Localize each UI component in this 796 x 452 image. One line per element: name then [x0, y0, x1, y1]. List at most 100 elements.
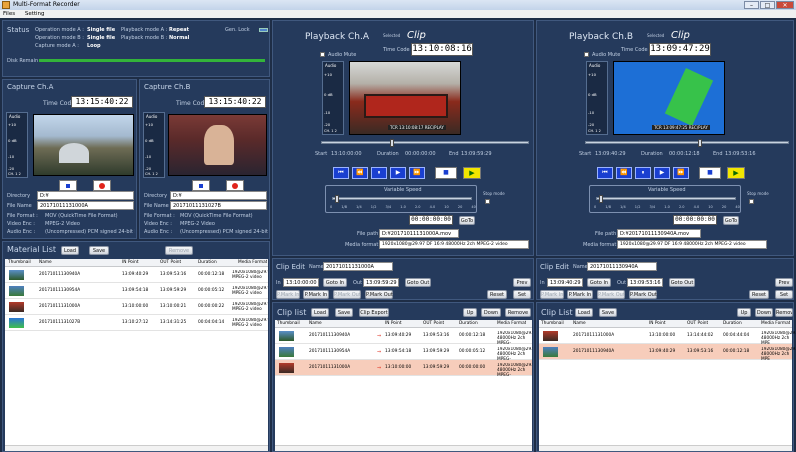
- table-row[interactable]: 20171011130940A 13:09:40:29 13:09:53:16 00:…: [5, 267, 268, 283]
- clip-edit-b-name[interactable]: 20171011130940A: [587, 262, 657, 271]
- capture-a-record-button[interactable]: [93, 180, 111, 191]
- playback-b-forward-button[interactable]: ▶: [654, 167, 670, 179]
- clip-edit-a-pmark-out-2[interactable]: P.Mark Out: [365, 290, 393, 299]
- playback-b-filepath[interactable]: D:¥20171011130940A.mov: [617, 229, 701, 238]
- capture-b-record-button[interactable]: [226, 180, 244, 191]
- clip-edit-a-name[interactable]: 20171011131000A: [323, 262, 393, 271]
- clip-edit-b-pmark-out-1[interactable]: P.Mark Out: [597, 290, 625, 299]
- clip-list-a-load[interactable]: Load: [311, 308, 329, 317]
- playback-b-speed-slider[interactable]: [596, 195, 736, 203]
- table-row[interactable]: 20171011131027B 13:10:27:12 13:14:31:25 00:…: [5, 315, 268, 331]
- playback-a-goto-button[interactable]: GoTo: [459, 216, 475, 225]
- clip-list-a-export[interactable]: Clip Export: [359, 308, 389, 317]
- playback-a-stop-button[interactable]: ■: [435, 167, 457, 179]
- material-scrollbar[interactable]: [5, 445, 268, 451]
- clip-edit-a-set[interactable]: Set: [513, 290, 531, 299]
- speed-tick: 1.0: [400, 205, 406, 209]
- capture-b-filename[interactable]: 20171011131027B: [170, 201, 267, 210]
- slider-thumb[interactable]: [390, 139, 394, 147]
- clip-edit-b-pmark-in-2[interactable]: P.Mark In: [567, 290, 593, 299]
- maximize-button[interactable]: □: [760, 1, 775, 9]
- clip-edit-b-pmark-in-1[interactable]: P.Mark In: [540, 290, 564, 299]
- clip-list-a-up[interactable]: Up: [463, 308, 477, 317]
- playback-b-stop-button[interactable]: ■: [699, 167, 721, 179]
- playback-a-first-button[interactable]: ⏮: [333, 167, 349, 179]
- playback-a-pause-button[interactable]: ⏸: [371, 167, 387, 179]
- playback-a-speed-slider[interactable]: [332, 195, 472, 203]
- playback-b-pause-button[interactable]: ⏸: [635, 167, 651, 179]
- playback-a-forward-button[interactable]: ▶: [390, 167, 406, 179]
- clip-list-b-load[interactable]: Load: [575, 308, 593, 317]
- material-remove-button[interactable]: Remove: [165, 246, 193, 255]
- clip-list-a-down[interactable]: Down: [481, 308, 501, 317]
- playback-a-media: 1920x1080@29.97 DF 16:9 48000Hz 2ch MPEG…: [379, 240, 529, 249]
- clip-list-b-save[interactable]: Save: [599, 308, 617, 317]
- material-save-button[interactable]: Save: [89, 246, 109, 255]
- clip-edit-a-prev[interactable]: Prev: [513, 278, 531, 287]
- slider-thumb[interactable]: [698, 139, 702, 147]
- capture-a-filename[interactable]: 20171011131000A: [37, 201, 134, 210]
- clip-edit-b-goto-out[interactable]: Goto Out: [669, 278, 695, 287]
- clip-list-b-panel: Clip List Load Save Up Down Remove Thumb…: [536, 302, 796, 452]
- clip-edit-a-in[interactable]: 13:10:00:00: [283, 278, 319, 287]
- playback-a-rewind-button[interactable]: ⏪: [352, 167, 368, 179]
- table-row[interactable]: 20171011130954A 13:09:54:18 13:09:59:29 00:…: [5, 283, 268, 299]
- clip-edit-b-in[interactable]: 13:09:40:29: [547, 278, 583, 287]
- playback-b-first-button[interactable]: ⏮: [597, 167, 613, 179]
- clip-edit-b-reset[interactable]: Reset: [749, 290, 769, 299]
- clip-edit-b-out[interactable]: 13:09:53:16: [627, 278, 663, 287]
- clip-edit-a-pmark-in-2[interactable]: P.Mark In: [303, 290, 329, 299]
- clip-edit-a-reset[interactable]: Reset: [487, 290, 507, 299]
- capture-a-stop-button[interactable]: [59, 180, 77, 191]
- table-row[interactable]: ⇒ 20171011130954A 13:09:54:18 13:09:59:29 00…: [275, 344, 533, 362]
- stop-mode-checkbox[interactable]: [749, 199, 754, 204]
- clip-edit-a-pmark-out-1[interactable]: P.Mark Out: [333, 290, 361, 299]
- playback-a-mute-checkbox[interactable]: [320, 52, 325, 57]
- playback-b-panel: Playback Ch.B Selected Clip Time Code 13…: [536, 20, 794, 256]
- playback-b-goto-tc[interactable]: 00:00:00:00: [673, 215, 717, 225]
- clip-edit-a-pmark-in-1[interactable]: P.Mark In: [276, 290, 300, 299]
- clip-edit-b-pmark-out-2[interactable]: P.Mark Out: [629, 290, 657, 299]
- slider-thumb[interactable]: [335, 195, 339, 203]
- capture-a-directory[interactable]: D:¥: [37, 191, 134, 200]
- table-row[interactable]: ⇒ 20171011130940A 13:09:40:29 13:09:53:16 00…: [275, 328, 533, 346]
- playback-b-position-slider[interactable]: [585, 139, 789, 147]
- clip-edit-b-set[interactable]: Set: [775, 290, 793, 299]
- clip-edit-a-goto-in[interactable]: Goto In: [323, 278, 347, 287]
- capture-b-stop-button[interactable]: [192, 180, 210, 191]
- capture-b-directory[interactable]: D:¥: [170, 191, 267, 200]
- table-row[interactable]: 20171011131000A 13:10:00:00 13:14:44:02 00:…: [539, 328, 796, 346]
- playback-b-mute-checkbox[interactable]: [584, 52, 589, 57]
- playback-b-goto-button[interactable]: GoTo: [723, 216, 739, 225]
- stop-mode-checkbox[interactable]: [485, 199, 490, 204]
- playback-a-goto-tc[interactable]: 00:00:00:00: [409, 215, 453, 225]
- table-row[interactable]: 20171011131000A 13:10:00:00 13:10:00:21 00:…: [5, 299, 268, 315]
- clip-list-b-down[interactable]: Down: [755, 308, 773, 317]
- menu-files[interactable]: Files: [3, 11, 15, 17]
- table-row[interactable]: ⇒ 20171011131000A 13:10:00:00 13:09:59:29 00…: [275, 360, 533, 378]
- playback-a-filepath[interactable]: D:¥20171011131000A.mov: [379, 229, 459, 238]
- clip-edit-a-out[interactable]: 13:09:59:29: [363, 278, 399, 287]
- material-load-button[interactable]: Load: [61, 246, 79, 255]
- clip-list-b-scrollbar[interactable]: [539, 445, 792, 451]
- clip-edit-a-goto-out[interactable]: Goto Out: [405, 278, 431, 287]
- playback-a-position-slider[interactable]: [321, 139, 529, 147]
- playback-a-play-button[interactable]: ▶: [463, 167, 481, 179]
- playback-b-play-button[interactable]: ▶: [727, 167, 745, 179]
- table-row[interactable]: 20171011130940A 13:09:40:29 13:09:53:16 00:…: [539, 344, 796, 362]
- clip-list-a-save[interactable]: Save: [335, 308, 353, 317]
- close-button[interactable]: ✕: [776, 1, 794, 9]
- clip-edit-b-goto-in[interactable]: Goto In: [587, 278, 611, 287]
- clip-list-a-scrollbar[interactable]: [275, 445, 532, 451]
- minimize-button[interactable]: –: [744, 1, 759, 9]
- slider-thumb[interactable]: [599, 195, 603, 203]
- menu-bar: Files Setting: [0, 10, 796, 18]
- clip-list-a-remove[interactable]: Remove: [505, 308, 531, 317]
- playback-b-rewind-button[interactable]: ⏪: [616, 167, 632, 179]
- clip-list-b-up[interactable]: Up: [737, 308, 751, 317]
- playback-b-fastforward-button[interactable]: ⏩: [673, 167, 689, 179]
- menu-setting[interactable]: Setting: [25, 11, 45, 17]
- playback-a-fastforward-button[interactable]: ⏩: [409, 167, 425, 179]
- clip-list-b-remove[interactable]: Remove: [775, 308, 793, 317]
- clip-edit-b-prev[interactable]: Prev: [775, 278, 793, 287]
